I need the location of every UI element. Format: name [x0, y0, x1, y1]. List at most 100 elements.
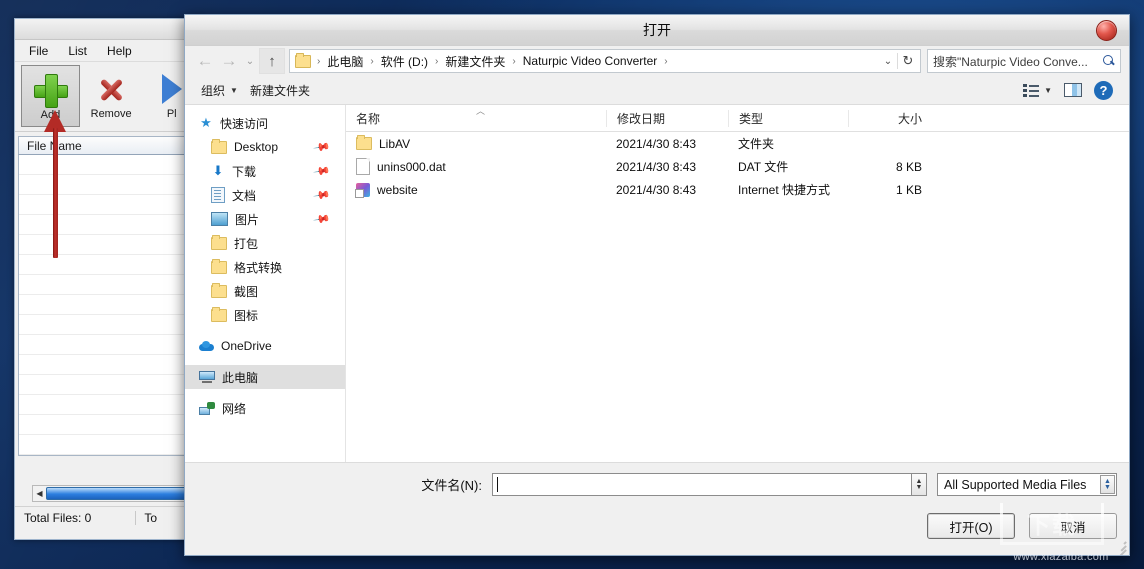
- stepper-down-icon: ▼: [1104, 483, 1111, 491]
- sidebar-item-pictures[interactable]: 图片 📌: [185, 207, 345, 231]
- breadcrumb-separator: ›: [370, 55, 374, 67]
- sidebar-item-label: 格式转换: [234, 260, 283, 275]
- close-icon[interactable]: [1096, 20, 1117, 41]
- computer-icon: [199, 371, 215, 383]
- column-header-type[interactable]: 类型: [728, 109, 848, 127]
- open-file-dialog: 打开 ← → ⌄ ↑ › 此电脑 › 软件 (D:) › 新建文件夹 › Nat…: [184, 14, 1130, 556]
- file-name: unins000.dat: [377, 159, 446, 174]
- pin-icon[interactable]: 📌: [313, 162, 332, 181]
- breadcrumb-item-2[interactable]: 新建文件夹: [442, 53, 508, 70]
- app-titlebar: [15, 19, 201, 40]
- play-button-label: Pl: [166, 108, 177, 120]
- folder-icon: [211, 234, 227, 250]
- file-list-pane: ︿ 名称 修改日期 类型 大小 LibAV 2021/4/30 8:43 文件夹…: [346, 105, 1129, 462]
- column-header-row: ︿ 名称 修改日期 类型 大小: [346, 105, 1129, 132]
- pin-icon[interactable]: 📌: [313, 210, 332, 229]
- app-menubar[interactable]: File List Help: [15, 40, 201, 62]
- search-input[interactable]: 搜索"Naturpic Video Conve...: [927, 49, 1121, 73]
- search-placeholder: 搜索"Naturpic Video Conve...: [933, 54, 1088, 69]
- sidebar-item-folder-6[interactable]: 格式转换: [185, 255, 345, 279]
- dialog-body: ★ 快速访问 Desktop 📌 ⬇ 下载 📌 文档 📌 图片 📌 打包 格式转…: [185, 105, 1129, 462]
- sidebar-item-quick-access[interactable]: ★ 快速访问: [185, 111, 345, 135]
- remove-button[interactable]: Remove: [82, 65, 141, 127]
- new-folder-button[interactable]: 新建文件夹: [244, 82, 316, 99]
- file-name-cell: LibAV: [346, 135, 606, 151]
- dialog-buttons: 打开(O) 取消: [927, 513, 1117, 539]
- sidebar-item-documents[interactable]: 文档 📌: [185, 183, 345, 207]
- breadcrumb-item-1[interactable]: 软件 (D:): [378, 53, 431, 70]
- sidebar-item-folder-7[interactable]: 截图: [185, 279, 345, 303]
- resize-grip-icon[interactable]: [1114, 540, 1127, 555]
- chevron-down-icon[interactable]: ⌄: [879, 56, 897, 67]
- annotation-arrow: [44, 110, 66, 258]
- sidebar-item-downloads[interactable]: ⬇ 下载 📌: [185, 159, 345, 183]
- recent-locations-icon[interactable]: ⌄: [241, 49, 259, 73]
- chevron-down-icon[interactable]: ▼: [1044, 86, 1052, 95]
- folder-icon: [211, 306, 227, 322]
- stepper-down-icon[interactable]: ▼: [916, 484, 923, 491]
- folder-icon: [211, 282, 227, 298]
- column-header-size[interactable]: 大小: [848, 109, 926, 127]
- file-type-filter-stepper[interactable]: ▲ ▼: [1100, 475, 1115, 494]
- refresh-icon[interactable]: ↻: [897, 53, 918, 69]
- sidebar-item-folder-5[interactable]: 打包: [185, 231, 345, 255]
- breadcrumb[interactable]: › 此电脑 › 软件 (D:) › 新建文件夹 › Naturpic Video…: [289, 49, 921, 73]
- file-name-cell: website: [346, 182, 606, 198]
- table-row[interactable]: website 2021/4/30 8:43 Internet 快捷方式 1 K…: [346, 178, 1129, 201]
- pictures-icon: [211, 212, 228, 226]
- breadcrumb-separator: ›: [512, 55, 516, 67]
- help-button[interactable]: ?: [1088, 80, 1119, 100]
- scroll-left-icon[interactable]: ◀: [33, 489, 46, 498]
- table-row[interactable]: unins000.dat 2021/4/30 8:43 DAT 文件 8 KB: [346, 155, 1129, 178]
- folder-icon: [295, 52, 311, 68]
- text-caret: [497, 477, 498, 492]
- breadcrumb-item-0[interactable]: 此电脑: [324, 53, 366, 70]
- converter-app-window[interactable]: File List Help Add Remove Pl File Name ◀…: [14, 18, 202, 540]
- app-toolbar: Add Remove Pl: [15, 62, 201, 132]
- sidebar-item-network[interactable]: 网络: [185, 396, 345, 420]
- organize-button[interactable]: 组织 ▼: [195, 82, 244, 99]
- sidebar-item-label: 此电脑: [222, 370, 259, 385]
- file-type-filter-select[interactable]: All Supported Media Files ▲ ▼: [937, 473, 1117, 496]
- cloud-icon: [199, 341, 214, 351]
- status-secondary-label: To: [135, 511, 157, 525]
- pin-icon[interactable]: 📌: [313, 138, 332, 157]
- view-options-button[interactable]: ▼: [1017, 83, 1058, 97]
- filename-input[interactable]: [492, 473, 912, 496]
- breadcrumb-item-3[interactable]: Naturpic Video Converter: [520, 54, 661, 68]
- dialog-title: 打开: [643, 22, 671, 38]
- file-name-cell: unins000.dat: [346, 158, 606, 175]
- sidebar-item-label: 下载: [232, 164, 257, 179]
- column-label: 大小: [897, 111, 922, 126]
- sidebar-item-onedrive[interactable]: OneDrive: [185, 334, 345, 358]
- breadcrumb-separator: ›: [435, 55, 439, 67]
- menu-file[interactable]: File: [29, 44, 48, 58]
- sidebar-item-this-pc[interactable]: 此电脑: [185, 365, 345, 389]
- sidebar-item-label: OneDrive: [221, 339, 272, 353]
- file-rows: LibAV 2021/4/30 8:43 文件夹 unins000.dat 20…: [346, 132, 1129, 462]
- scrollbar-thumb[interactable]: [46, 487, 201, 500]
- pin-icon[interactable]: 📌: [313, 186, 332, 205]
- cancel-button[interactable]: 取消: [1029, 513, 1117, 539]
- column-header-name[interactable]: ︿ 名称: [346, 106, 606, 127]
- up-icon[interactable]: ↑: [259, 48, 285, 74]
- column-header-date[interactable]: 修改日期: [606, 109, 728, 127]
- forward-icon[interactable]: →: [217, 49, 241, 73]
- sidebar-item-folder-8[interactable]: 图标: [185, 303, 345, 327]
- table-row[interactable]: LibAV 2021/4/30 8:43 文件夹: [346, 132, 1129, 155]
- preview-pane-button[interactable]: [1058, 83, 1088, 97]
- filename-history-stepper[interactable]: ▲ ▼: [911, 473, 927, 496]
- file-date-cell: 2021/4/30 8:43: [616, 182, 697, 197]
- file-date-cell: 2021/4/30 8:43: [616, 159, 697, 174]
- menu-help[interactable]: Help: [107, 44, 132, 58]
- total-files-label: Total Files: 0: [24, 511, 92, 525]
- download-icon: ⬇: [212, 163, 224, 178]
- app-horizontal-scrollbar[interactable]: ◀: [32, 485, 201, 502]
- menu-list[interactable]: List: [68, 44, 87, 58]
- folder-icon: [356, 135, 372, 150]
- star-icon: ★: [200, 115, 212, 130]
- back-icon[interactable]: ←: [193, 49, 217, 73]
- open-button[interactable]: 打开(O): [927, 513, 1015, 539]
- breadcrumb-separator: ›: [664, 55, 668, 67]
- sidebar-item-desktop[interactable]: Desktop 📌: [185, 135, 345, 159]
